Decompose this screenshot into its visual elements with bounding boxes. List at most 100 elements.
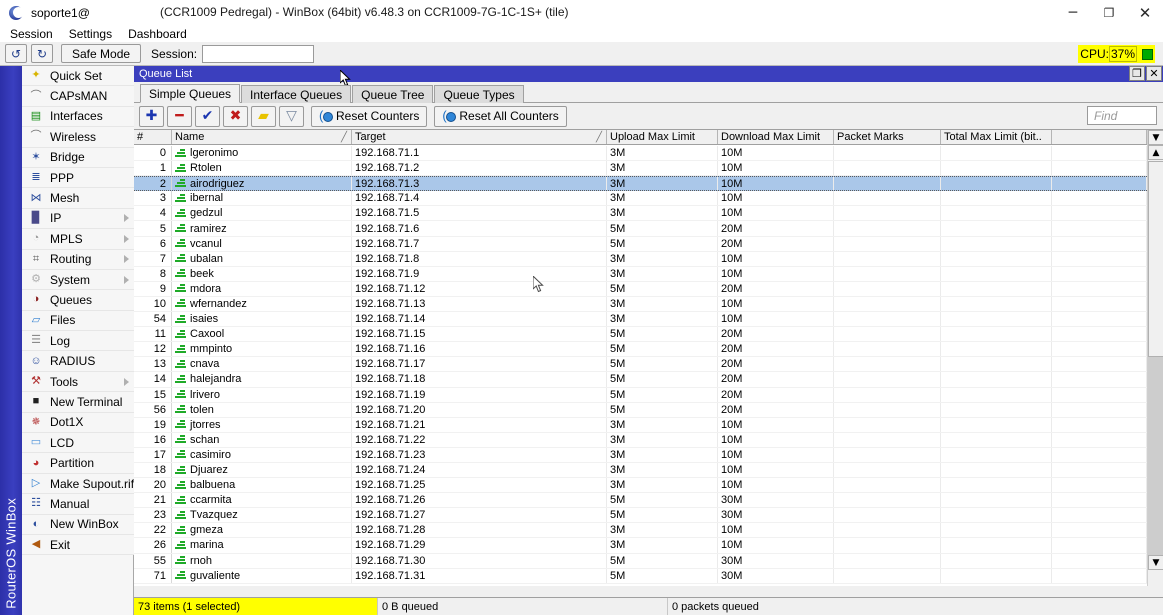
table-row[interactable]: 14halejandra192.168.71.185M20M bbox=[134, 372, 1147, 387]
table-row[interactable]: 18Djuarez192.168.71.243M10M bbox=[134, 463, 1147, 478]
tab-queue-tree[interactable]: Queue Tree bbox=[352, 85, 433, 103]
column-header-target[interactable]: Target╱ bbox=[352, 130, 607, 144]
queue-window-close-icon[interactable]: ✕ bbox=[1146, 66, 1162, 81]
table-row[interactable]: 12mmpinto192.168.71.165M20M bbox=[134, 342, 1147, 357]
reset-all-counters-button[interactable]: Reset All Counters bbox=[434, 106, 566, 127]
tab-queue-types[interactable]: Queue Types bbox=[434, 85, 523, 103]
sidebar-item-log[interactable]: ☰Log bbox=[22, 331, 134, 351]
table-row[interactable]: 16schan192.168.71.223M10M bbox=[134, 433, 1147, 448]
sidebar-item-manual[interactable]: ☷Manual bbox=[22, 494, 134, 514]
table-row[interactable]: 3ibernal192.168.71.43M10M bbox=[134, 191, 1147, 206]
table-row[interactable]: 22gmeza192.168.71.283M10M bbox=[134, 523, 1147, 538]
table-row[interactable]: 71guvaliente192.168.71.315M30M bbox=[134, 569, 1147, 584]
sidebar-item-ppp[interactable]: ≣PPP bbox=[22, 168, 134, 188]
sidebar-item-bridge[interactable]: ✶Bridge bbox=[22, 148, 134, 168]
scroll-down-button[interactable]: ▼ bbox=[1148, 555, 1163, 570]
scrollbar-thumb[interactable] bbox=[1148, 161, 1163, 357]
table-row[interactable]: 0lgeronimo192.168.71.13M10M bbox=[134, 146, 1147, 161]
enable-button[interactable]: ✔ bbox=[195, 106, 220, 127]
sidebar-item-interfaces[interactable]: ▤Interfaces bbox=[22, 107, 134, 127]
table-row[interactable]: 11Caxool192.168.71.155M20M bbox=[134, 327, 1147, 342]
scroll-menu-icon[interactable]: ▼ bbox=[1148, 130, 1163, 145]
redo-button[interactable]: ↻ bbox=[31, 44, 53, 63]
table-row[interactable]: 54isaies192.168.71.143M10M bbox=[134, 312, 1147, 327]
sidebar-item-make-supout-rif[interactable]: ▷Make Supout.rif bbox=[22, 474, 134, 494]
column-header-[interactable]: # bbox=[134, 130, 172, 144]
sidebar-item-lcd[interactable]: ▭LCD bbox=[22, 433, 134, 453]
table-row[interactable]: 15lrivero192.168.71.195M20M bbox=[134, 388, 1147, 403]
menu-item-session[interactable]: Session bbox=[10, 27, 53, 41]
safe-mode-button[interactable]: Safe Mode bbox=[61, 44, 141, 63]
table-row[interactable]: 5ramirez192.168.71.65M20M bbox=[134, 221, 1147, 236]
queue-window-maximize-icon[interactable]: ❐ bbox=[1129, 66, 1145, 81]
table-row[interactable]: 13cnava192.168.71.175M20M bbox=[134, 357, 1147, 372]
remove-button[interactable]: ━ bbox=[167, 106, 192, 127]
menu-item-settings[interactable]: Settings bbox=[69, 27, 112, 41]
table-row[interactable]: 8beek192.168.71.93M10M bbox=[134, 267, 1147, 282]
queue-icon bbox=[175, 435, 186, 444]
sidebar-item-queues[interactable]: ◑Queues bbox=[22, 290, 134, 310]
cell-index-text: 11 bbox=[155, 328, 166, 340]
reset-counters-button[interactable]: Reset Counters bbox=[311, 106, 427, 127]
sidebar-item-exit[interactable]: ◀Exit bbox=[22, 535, 134, 555]
scrollbar-track[interactable]: ▼ bbox=[1148, 161, 1163, 570]
vertical-scrollbar[interactable]: ▼ ▲ ▼ bbox=[1147, 130, 1163, 586]
find-input[interactable]: Find bbox=[1087, 106, 1157, 125]
cell-name-text: schan bbox=[190, 434, 219, 446]
table-row[interactable]: 2airodriguez192.168.71.33M10M bbox=[134, 176, 1147, 191]
table-row[interactable]: 56tolen192.168.71.205M20M bbox=[134, 403, 1147, 418]
table-row[interactable]: 19jtorres192.168.71.213M10M bbox=[134, 418, 1147, 433]
cell-target: 192.168.71.3 bbox=[352, 177, 607, 190]
add-button[interactable]: ✚ bbox=[139, 106, 164, 127]
column-header-upload-max-limit[interactable]: Upload Max Limit bbox=[607, 130, 718, 144]
column-header-blank[interactable] bbox=[1052, 130, 1147, 144]
sidebar-item-routing[interactable]: ⌗Routing bbox=[22, 250, 134, 270]
sidebar-item-radius[interactable]: ☺RADIUS bbox=[22, 351, 134, 371]
table-row[interactable]: 10wfernandez192.168.71.133M10M bbox=[134, 297, 1147, 312]
tab-simple-queues[interactable]: Simple Queues bbox=[140, 84, 240, 103]
minimize-icon[interactable]: ─ bbox=[1055, 0, 1091, 26]
sidebar-item-dot1x[interactable]: ✵Dot1X bbox=[22, 413, 134, 433]
table-row[interactable]: 55rnoh192.168.71.305M30M bbox=[134, 554, 1147, 569]
comment-button[interactable]: ▰ bbox=[251, 106, 276, 127]
reset-counters-label: Reset Counters bbox=[336, 109, 419, 123]
maximize-icon[interactable]: ❐ bbox=[1091, 0, 1127, 26]
table-row[interactable]: 7ubalan192.168.71.83M10M bbox=[134, 252, 1147, 267]
table-row[interactable]: 20balbuena192.168.71.253M10M bbox=[134, 478, 1147, 493]
session-input[interactable] bbox=[202, 45, 314, 63]
sidebar-item-files[interactable]: ▱Files bbox=[22, 311, 134, 331]
column-header-total-max-limit-bit[interactable]: Total Max Limit (bit.. bbox=[941, 130, 1052, 144]
sidebar-item-wireless[interactable]: ⌒Wireless bbox=[22, 127, 134, 147]
table-row[interactable]: 1Rtolen192.168.71.23M10M bbox=[134, 161, 1147, 176]
sidebar-item-ip[interactable]: ▉IP bbox=[22, 209, 134, 229]
cpu-indicator-icon bbox=[1142, 49, 1153, 60]
sidebar-item-mesh[interactable]: ⋈Mesh bbox=[22, 188, 134, 208]
disable-button[interactable]: ✖ bbox=[223, 106, 248, 127]
tab-interface-queues[interactable]: Interface Queues bbox=[241, 85, 351, 103]
sidebar-item-quick-set[interactable]: ✦Quick Set bbox=[22, 66, 134, 86]
table-row[interactable]: 17casimiro192.168.71.233M10M bbox=[134, 448, 1147, 463]
sidebar-item-mpls[interactable]: ◔MPLS bbox=[22, 229, 134, 249]
table-row[interactable]: 23Tvazquez192.168.71.275M30M bbox=[134, 508, 1147, 523]
column-header-name[interactable]: Name╱ bbox=[172, 130, 352, 144]
table-row[interactable]: 26marina192.168.71.293M10M bbox=[134, 538, 1147, 553]
filter-button[interactable]: ▽ bbox=[279, 106, 304, 127]
cell-download-max-limit: 10M bbox=[718, 463, 834, 477]
table-row[interactable]: 6vcanul192.168.71.75M20M bbox=[134, 237, 1147, 252]
close-icon[interactable]: ✕ bbox=[1127, 0, 1163, 26]
sidebar-item-new-winbox[interactable]: ◐New WinBox bbox=[22, 515, 134, 535]
table-row[interactable]: 4gedzul192.168.71.53M10M bbox=[134, 206, 1147, 221]
sidebar-item-capsman[interactable]: ⌒CAPsMAN bbox=[22, 86, 134, 106]
sidebar-item-system[interactable]: ⚙System bbox=[22, 270, 134, 290]
undo-button[interactable]: ↺ bbox=[5, 44, 27, 63]
table-row[interactable]: 9mdora192.168.71.125M20M bbox=[134, 282, 1147, 297]
sidebar-item-tools[interactable]: ⚒Tools bbox=[22, 372, 134, 392]
column-header-packet-marks[interactable]: Packet Marks bbox=[834, 130, 941, 144]
cell-upload-max-limit-text: 3M bbox=[610, 434, 625, 446]
menu-item-dashboard[interactable]: Dashboard bbox=[128, 27, 187, 41]
scroll-up-button[interactable]: ▲ bbox=[1148, 145, 1163, 160]
table-row[interactable]: 21ccarmita192.168.71.265M30M bbox=[134, 493, 1147, 508]
sidebar-item-partition[interactable]: ◕Partition bbox=[22, 453, 134, 473]
column-header-download-max-limit[interactable]: Download Max Limit bbox=[718, 130, 834, 144]
sidebar-item-new-terminal[interactable]: ■New Terminal bbox=[22, 392, 134, 412]
